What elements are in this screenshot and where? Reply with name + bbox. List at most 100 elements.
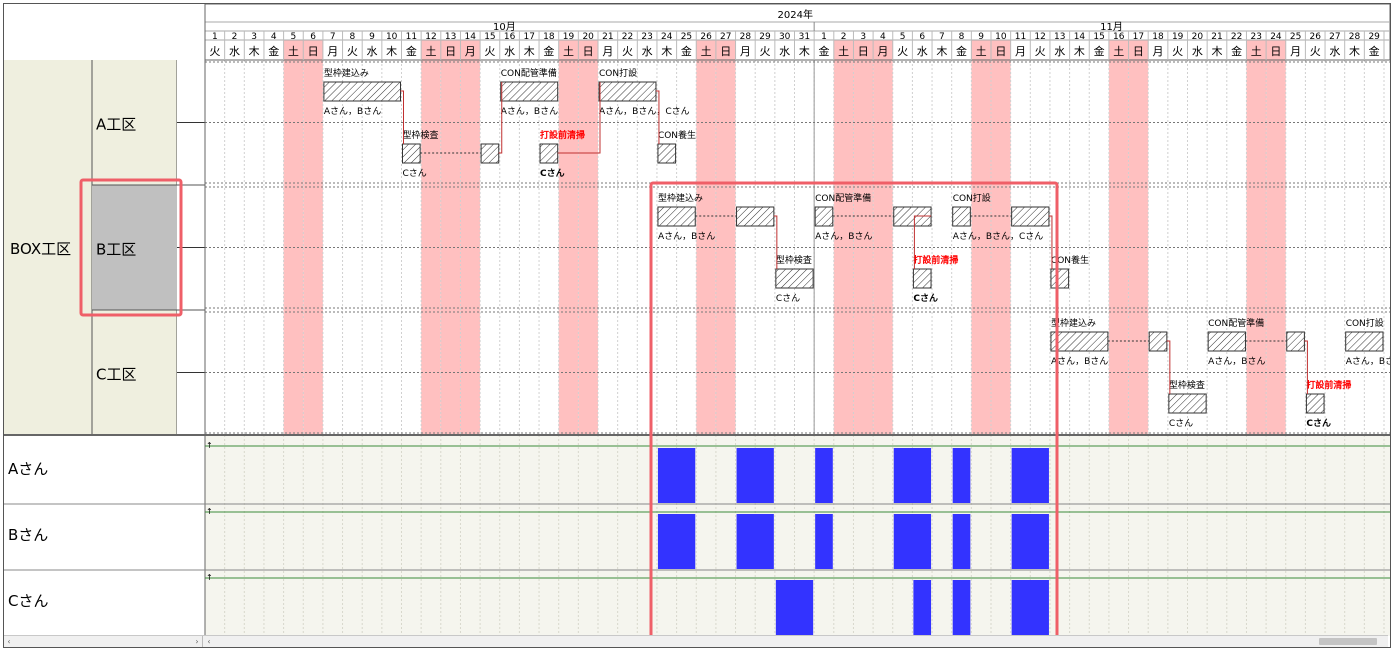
task-label: 型枠建込み — [658, 192, 703, 204]
task-bar[interactable] — [480, 143, 500, 164]
task-bar[interactable] — [1168, 393, 1207, 414]
task-label: 型枠検査 — [403, 129, 439, 141]
task-assignees: Aさん，Bさん — [501, 106, 558, 117]
day-number: 15 — [484, 32, 495, 42]
scroll-left-icon[interactable]: ‹ — [4, 636, 14, 647]
workload-bar — [775, 580, 814, 635]
workload-bar — [657, 514, 696, 569]
weekday-label: 火 — [1035, 45, 1046, 58]
chart-scroll-left-icon[interactable]: ‹ — [204, 636, 214, 647]
task-bar[interactable] — [1148, 331, 1168, 352]
task-assignees: Cさん — [913, 293, 938, 304]
weekday-label: 火 — [760, 45, 771, 58]
day-number: 24 — [1270, 32, 1282, 42]
day-number: 27 — [1329, 32, 1340, 42]
day-number: 18 — [1152, 32, 1164, 42]
gantt-chart: BOX工区 A工区 B工区 C工区 2024年 10 月 11 月 1 火 2 水 3 木 4 金 5 土 6 日 7 月 8… — [4, 4, 1390, 645]
weekday-label: 木 — [1074, 45, 1085, 58]
weekday-label: 金 — [1231, 44, 1242, 58]
day-number: 21 — [602, 32, 613, 42]
weekday-label: 日 — [308, 45, 319, 58]
task-bar[interactable] — [912, 268, 932, 289]
task-label: CON配管準備 — [815, 192, 871, 204]
task-bar[interactable] — [323, 81, 401, 102]
capacity-marker: ↑ — [206, 573, 213, 582]
workload-bar — [815, 448, 833, 503]
workload-bar — [952, 580, 971, 635]
weekday-label: 日 — [720, 45, 731, 58]
task-label: CON配管準備 — [501, 67, 557, 79]
workload-bar — [913, 580, 932, 635]
weekday-label: 日 — [1133, 45, 1144, 58]
weekday-label: 水 — [229, 45, 240, 58]
day-number: 23 — [641, 32, 652, 42]
weekday-label: 木 — [1349, 45, 1360, 58]
weekday-label: 日 — [1270, 45, 1281, 58]
workload-bar — [736, 514, 774, 569]
weekday-label: 木 — [661, 45, 672, 58]
day-number: 11 — [406, 32, 417, 42]
day-number: 28 — [1349, 32, 1361, 42]
day-number: 17 — [1133, 32, 1144, 42]
weekday-label: 木 — [936, 45, 947, 58]
task-bar[interactable] — [1011, 206, 1050, 227]
task-assignees: Aさん，Bさん — [658, 231, 715, 242]
worker-label: Cさん — [8, 592, 48, 610]
task-bar[interactable] — [952, 206, 971, 227]
weekday-label: 水 — [642, 45, 653, 58]
task-bar[interactable] — [598, 81, 657, 102]
task-assignees: Aさん，Bさん — [1208, 356, 1265, 367]
task-bar[interactable] — [814, 206, 834, 227]
task-bar[interactable] — [657, 206, 696, 227]
task-bar[interactable] — [402, 143, 421, 164]
weekday-label: 土 — [425, 45, 436, 58]
task-label: CON配管準備 — [1208, 317, 1264, 329]
weekday-label: 土 — [976, 45, 987, 58]
task-bar[interactable] — [736, 206, 775, 227]
weekday-label: 木 — [249, 45, 260, 58]
day-number: 10 — [386, 32, 398, 42]
day-number: 25 — [681, 32, 692, 42]
task-bar[interactable] — [1305, 393, 1325, 414]
worker-label: Aさん — [8, 460, 48, 478]
task-bar[interactable] — [775, 268, 814, 289]
day-number: 2 — [841, 32, 847, 42]
horizontal-scrollbar[interactable]: ‹ › ‹ — [4, 635, 1388, 647]
task-bar[interactable] — [1286, 331, 1305, 352]
task-bar[interactable] — [1207, 331, 1246, 352]
corner-cell — [4, 4, 205, 60]
day-number: 13 — [445, 32, 456, 42]
workload-bar — [893, 514, 932, 569]
day-number: 3 — [251, 32, 257, 42]
task-bar[interactable] — [1345, 331, 1384, 352]
weekday-label: 土 — [701, 45, 712, 58]
weekday-label: 木 — [386, 45, 397, 58]
day-number: 22 — [622, 32, 633, 42]
day-number: 1 — [212, 32, 218, 42]
day-number: 13 — [1054, 32, 1065, 42]
section-label: C工区 — [96, 366, 136, 384]
day-number: 19 — [1172, 32, 1184, 42]
scroll-right-icon[interactable]: › — [192, 636, 202, 647]
year-label: 2024年 — [778, 8, 813, 21]
day-number: 30 — [779, 32, 791, 42]
task-bar[interactable] — [657, 143, 677, 164]
task-bar[interactable] — [1050, 331, 1109, 352]
task-bar[interactable] — [1050, 268, 1070, 289]
weekday-label: 木 — [1211, 45, 1222, 58]
weekday-label: 水 — [1192, 45, 1203, 58]
task-assignees: Aさん，Bさん，Cさん — [599, 106, 690, 117]
left-pane-scrollbar[interactable]: ‹ › — [4, 636, 203, 647]
weekday-label: 火 — [484, 45, 495, 58]
day-number: 16 — [1113, 32, 1125, 42]
weekday-label: 土 — [838, 45, 849, 58]
scroll-thumb[interactable] — [1319, 638, 1377, 645]
day-number: 26 — [1309, 32, 1321, 42]
day-number: 27 — [720, 32, 731, 42]
day-number: 12 — [425, 32, 436, 42]
workload-bar — [657, 448, 696, 503]
workload-bar — [1011, 448, 1049, 503]
task-bar[interactable] — [539, 143, 559, 164]
day-number: 9 — [369, 32, 375, 42]
task-bar[interactable] — [500, 81, 559, 102]
